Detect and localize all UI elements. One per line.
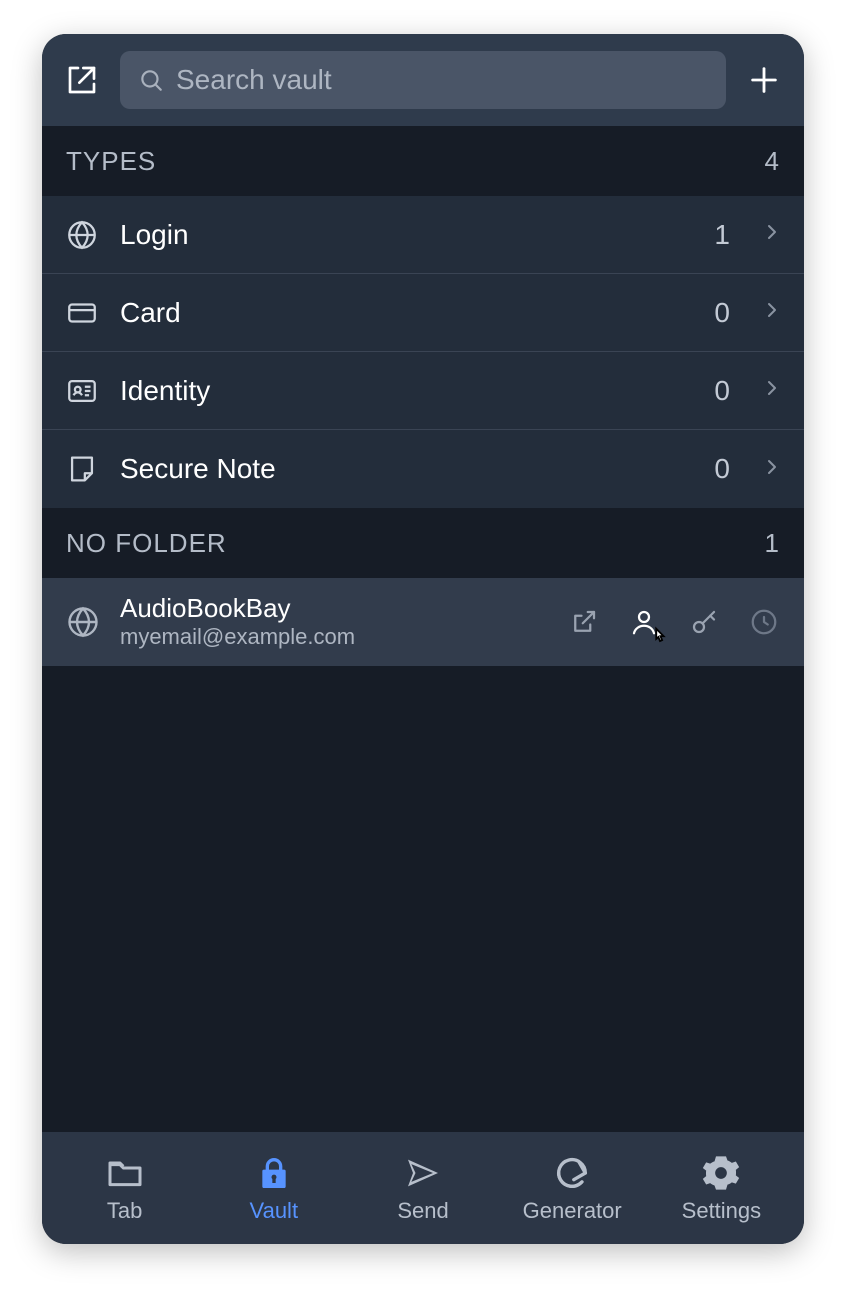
- type-row-card[interactable]: Card 0: [42, 274, 804, 352]
- chevron-right-icon: [760, 376, 784, 405]
- clock-icon: [749, 607, 779, 637]
- globe-icon: [62, 601, 104, 643]
- popout-button[interactable]: [60, 58, 104, 102]
- type-count: 1: [714, 219, 730, 251]
- type-row-login[interactable]: Login 1: [42, 196, 804, 274]
- vault-item-title: AudioBookBay: [120, 594, 548, 624]
- type-label: Identity: [120, 375, 696, 407]
- chevron-right-icon: [760, 220, 784, 249]
- gear-icon: [700, 1152, 742, 1194]
- popout-icon: [66, 64, 98, 96]
- launch-action[interactable]: [564, 602, 604, 642]
- section-header-nofolder: NO FOLDER 1: [42, 508, 804, 578]
- search-icon: [138, 67, 164, 93]
- search-input[interactable]: [176, 64, 708, 96]
- type-label: Secure Note: [120, 453, 696, 485]
- types-list: Login 1 Card 0: [42, 196, 804, 508]
- chevron-right-icon: [760, 298, 784, 327]
- add-button[interactable]: [742, 58, 786, 102]
- launch-icon: [569, 607, 599, 637]
- refresh-icon: [551, 1152, 593, 1194]
- section-count: 1: [765, 528, 780, 559]
- send-icon: [402, 1152, 444, 1194]
- card-icon: [62, 293, 102, 333]
- nav-tab[interactable]: Tab: [50, 1152, 199, 1224]
- folder-icon: [104, 1152, 146, 1194]
- identity-icon: [62, 371, 102, 411]
- copy-username-action[interactable]: [624, 602, 664, 642]
- section-title: TYPES: [66, 146, 156, 177]
- user-icon: [629, 607, 659, 637]
- body-fill: [42, 666, 804, 1132]
- copy-password-action[interactable]: [684, 602, 724, 642]
- vault-item-row[interactable]: AudioBookBay myemail@example.com: [42, 578, 804, 666]
- nav-generator[interactable]: Generator: [498, 1152, 647, 1224]
- app-window: TYPES 4 Login 1: [42, 34, 804, 1244]
- chevron-right-icon: [760, 455, 784, 484]
- key-icon: [689, 607, 719, 637]
- nav-label: Settings: [682, 1198, 762, 1224]
- vault-item-subtitle: myemail@example.com: [120, 624, 548, 650]
- vault-item-actions: [564, 602, 784, 642]
- lock-icon: [253, 1152, 295, 1194]
- nav-vault[interactable]: Vault: [199, 1152, 348, 1224]
- globe-icon: [62, 215, 102, 255]
- nav-label: Tab: [107, 1198, 142, 1224]
- vault-item-text: AudioBookBay myemail@example.com: [120, 594, 548, 650]
- section-title: NO FOLDER: [66, 528, 227, 559]
- type-label: Card: [120, 297, 696, 329]
- bottom-nav: Tab Vault Send: [42, 1132, 804, 1244]
- nav-label: Vault: [250, 1198, 299, 1224]
- nav-label: Generator: [523, 1198, 622, 1224]
- section-count: 4: [765, 146, 780, 177]
- type-label: Login: [120, 219, 696, 251]
- search-box[interactable]: [120, 51, 726, 109]
- note-icon: [62, 449, 102, 489]
- copy-totp-action[interactable]: [744, 602, 784, 642]
- type-count: 0: [714, 375, 730, 407]
- plus-icon: [747, 63, 781, 97]
- section-header-types: TYPES 4: [42, 126, 804, 196]
- nav-settings[interactable]: Settings: [647, 1152, 796, 1224]
- type-row-identity[interactable]: Identity 0: [42, 352, 804, 430]
- header-bar: [42, 34, 804, 126]
- nav-label: Send: [397, 1198, 448, 1224]
- nav-send[interactable]: Send: [348, 1152, 497, 1224]
- type-count: 0: [714, 453, 730, 485]
- type-count: 0: [714, 297, 730, 329]
- type-row-securenote[interactable]: Secure Note 0: [42, 430, 804, 508]
